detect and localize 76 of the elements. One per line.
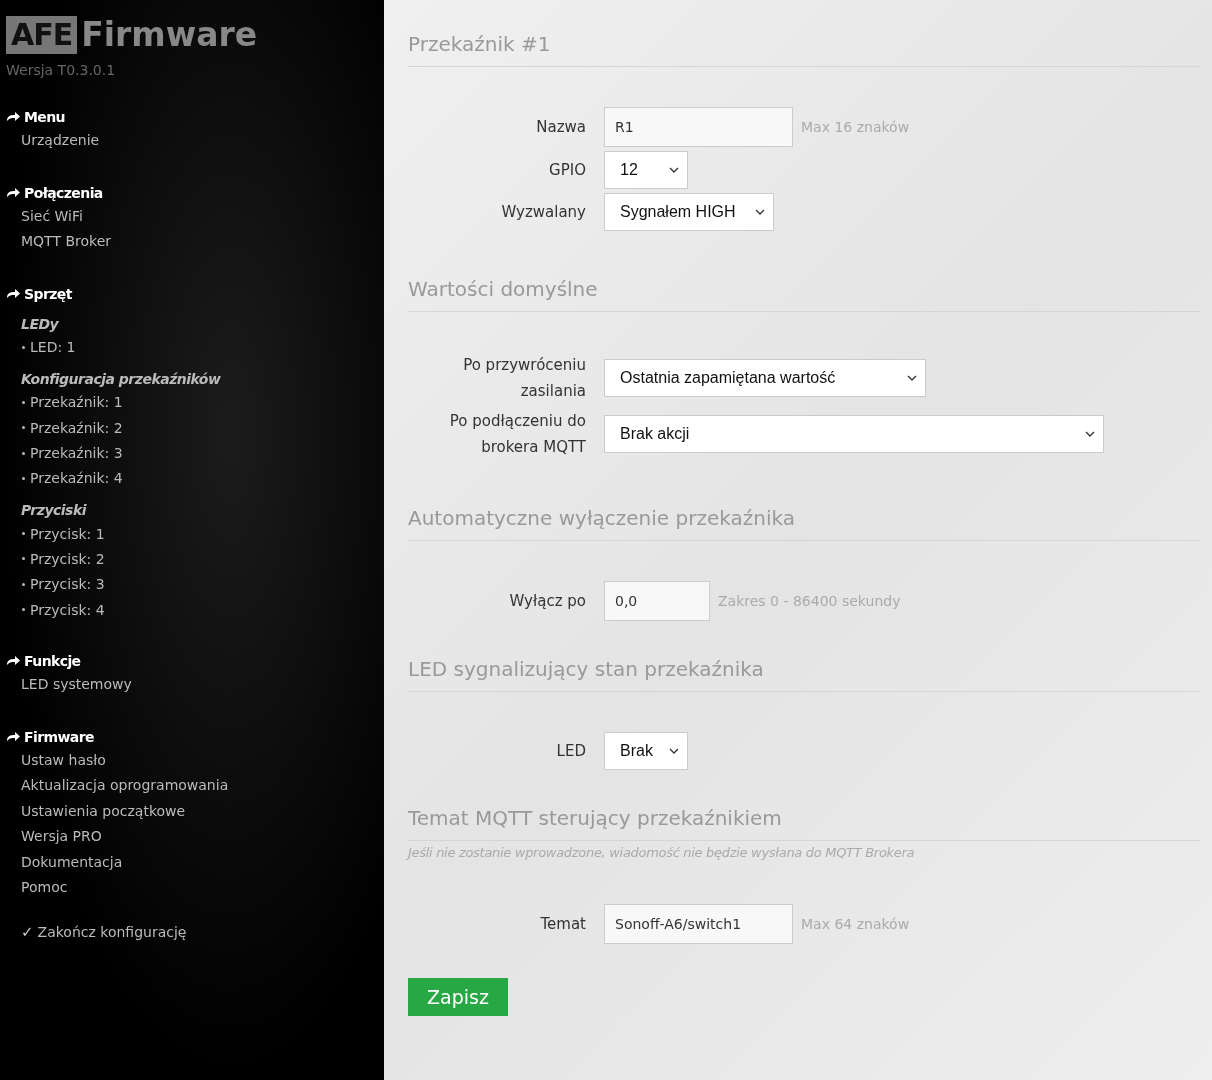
version-text: Wersja T0.3.0.1 [6,62,117,78]
menu-link[interactable]: Przycisk: 1 [30,525,105,542]
menu-link[interactable]: Przekaźnik: 1 [30,394,123,411]
menu-link[interactable]: Pomoc [21,875,68,901]
section-title: Automatyczne wyłączenie przekaźnika [408,504,1200,541]
bullet-icon [22,476,25,480]
field-label: Po przywróceniu zasilania [462,355,586,402]
chevron-icon [1085,431,1095,437]
dropdown[interactable]: Ostatnia zapamiętana wartość [604,359,926,397]
menu-link[interactable]: MQTT Broker [21,229,111,255]
field-label: Wyłącz po [508,591,586,612]
menu-link[interactable]: LED systemowy [21,672,132,698]
section-heading: Funkcje [24,653,81,670]
menu-link[interactable]: Ustaw hasło [21,747,106,774]
section-heading: Menu [24,109,65,125]
menu-subheading: Przyciski [21,501,88,520]
field-label: Wyzwalany [500,202,586,223]
field-label: LED [555,741,586,762]
menu-subheading: LEDy [21,314,60,334]
bullet-icon [22,582,25,586]
section-title: Wartości domyślne [408,275,1200,312]
bullet-icon [22,400,25,404]
menu-link[interactable]: Wersja PRO [21,824,102,850]
text-field[interactable]: R1 [604,107,793,147]
section-note: Jeśli nie zostanie wprowadzone, wiadomość nie będzie wysłana do MQTT Brokera [408,845,916,860]
dropdown[interactable]: Sygnałem HIGH [604,193,774,231]
bullet-icon [22,451,25,455]
chevron-icon [755,209,765,215]
dropdown[interactable]: Brak [604,732,688,770]
menu-link[interactable]: Przekaźnik: 3 [30,445,123,462]
section-title: Przekaźnik #1 [408,30,1200,67]
menu-link[interactable]: Przycisk: 2 [30,550,105,567]
menu-link[interactable]: Sieć WiFi [21,203,83,229]
logo-badge: AFE [6,16,78,54]
section-title: Temat MQTT sterujący przekaźnikiem [408,804,1200,841]
menu-subheading: Konfiguracja przekaźników [21,369,222,389]
bullet-icon [22,345,25,349]
logo-title: Firmware [81,16,258,54]
menu-link[interactable]: Przycisk: 3 [30,576,105,593]
arrow-icon [6,288,21,299]
field-label: GPIO [548,160,586,181]
text-field[interactable]: 0,0 [604,581,710,621]
chevron-icon [669,748,679,754]
section-heading: Firmware [24,728,94,745]
bullet-icon [22,532,25,536]
bullet-icon [22,426,25,430]
field-label: Nazwa [535,117,586,138]
arrow-icon [6,731,21,742]
field-label: Po podłączeniu do brokera MQTT [448,411,586,458]
field-hint: Max 16 znaków [801,119,910,135]
finish-link[interactable]: Zakończ konfigurację [37,923,187,940]
check-icon: ✓ [21,922,34,941]
bullet-icon [22,557,25,561]
menu-link[interactable]: Przekaźnik: 4 [30,470,123,487]
text-field[interactable]: Sonoff-A6/switch1 [604,904,793,944]
menu-link[interactable]: Aktualizacja oprogramowania [21,773,229,799]
section-heading: Połączenia [24,184,103,201]
section-heading: Sprzęt [24,285,72,302]
field-hint: Max 64 znaków [801,916,910,932]
dropdown[interactable]: 12 [604,151,688,189]
menu-link[interactable]: Przekaźnik: 2 [30,419,123,436]
menu-link[interactable]: Urządzenie [21,128,100,154]
arrow-icon [6,656,21,667]
arrow-icon [6,187,21,198]
arrow-icon [6,112,21,122]
dropdown[interactable]: Brak akcji [604,415,1104,453]
menu-link[interactable]: Dokumentacja [21,849,123,876]
section-title: LED sygnalizujący stan przekaźnika [408,655,1200,692]
menu-link[interactable]: Przycisk: 4 [30,601,105,618]
menu-link[interactable]: Ustawienia początkowe [21,798,186,825]
chevron-icon [669,167,679,173]
menu-link[interactable]: LED: 1 [30,339,76,356]
chevron-icon [907,375,917,381]
field-hint: Zakres 0 - 86400 sekundy [718,593,901,609]
field-label: Temat [539,914,586,935]
bullet-icon [22,608,25,611]
